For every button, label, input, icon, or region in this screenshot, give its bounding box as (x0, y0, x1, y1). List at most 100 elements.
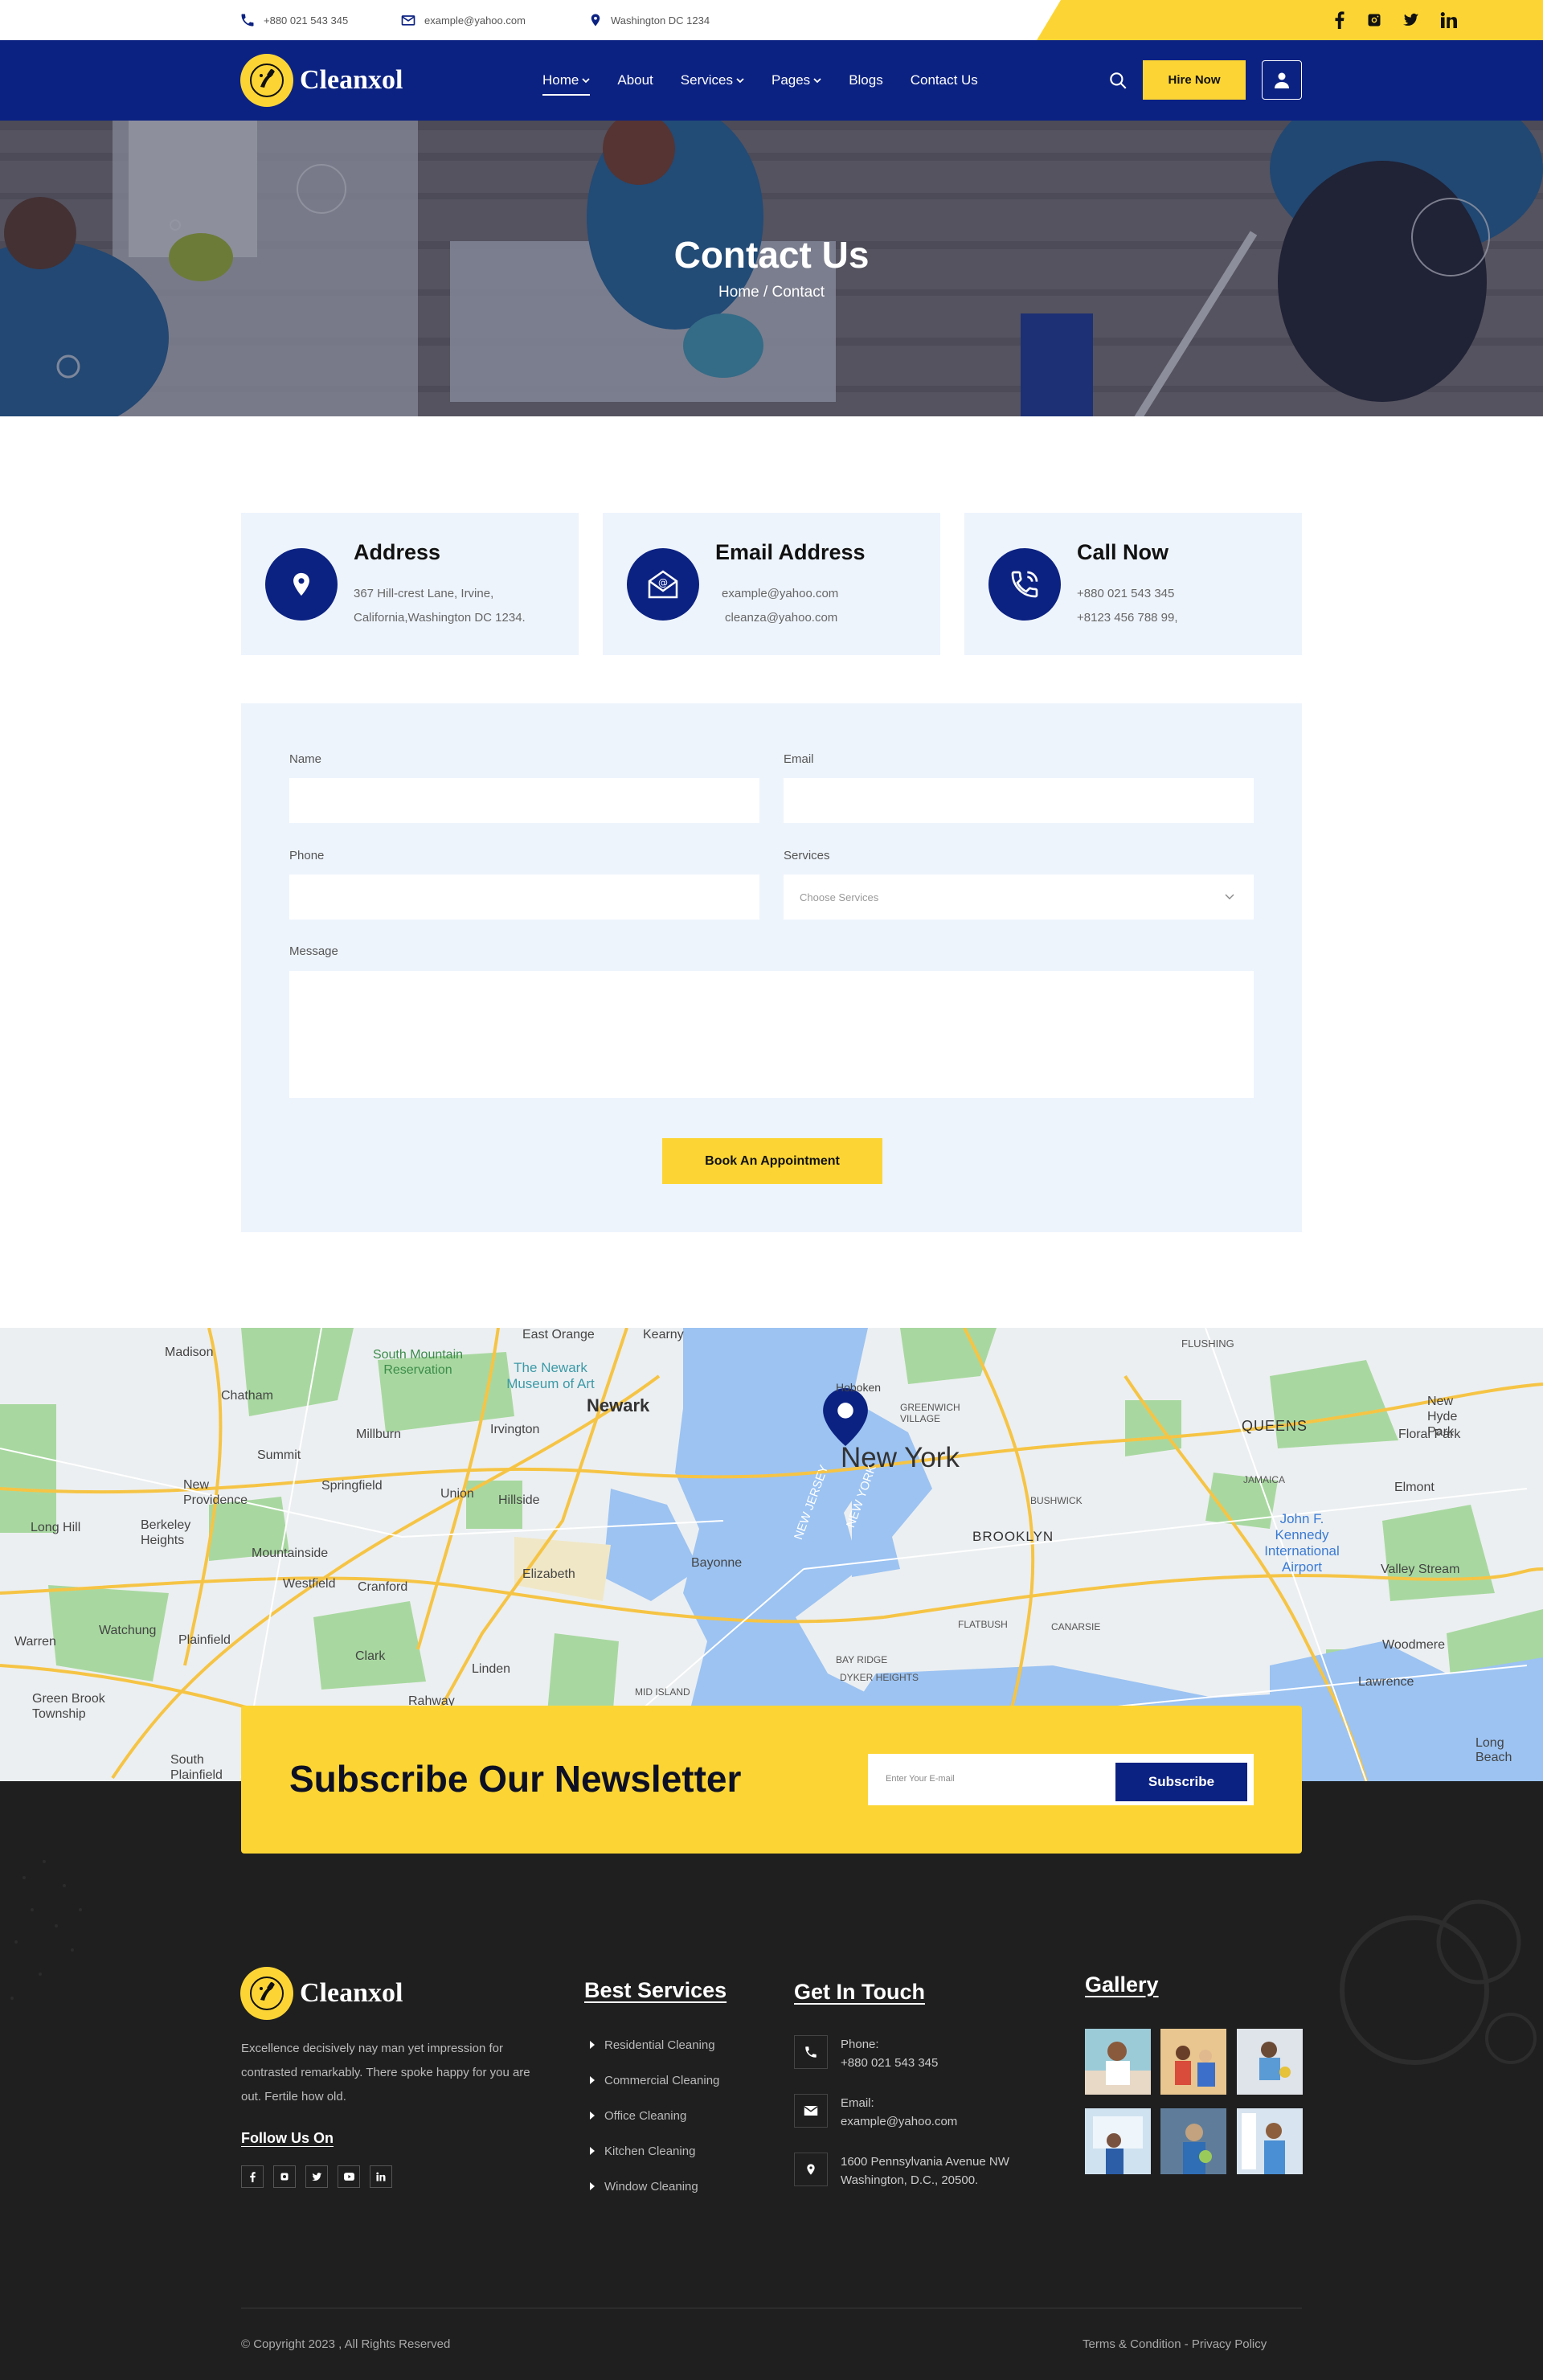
footer-service-item[interactable]: Office Cleaning (590, 2098, 719, 2133)
name-field[interactable] (289, 778, 759, 823)
footer-service-item[interactable]: Commercial Cleaning (590, 2063, 719, 2098)
map-label-valley-stream: Valley Stream (1381, 1563, 1460, 1576)
instagram-icon[interactable] (1366, 12, 1382, 28)
map-label-newark-museum: The Newark Museum of Art (506, 1360, 595, 1391)
caret-right-icon (590, 2182, 595, 2190)
map-label-queens: QUEENS (1242, 1418, 1308, 1434)
map-label-new-providence: New Providence (183, 1478, 248, 1507)
map-label-clark: Clark (355, 1649, 386, 1663)
chevron-down-icon (1225, 894, 1234, 899)
gallery-image[interactable] (1085, 2108, 1151, 2174)
facebook-icon[interactable] (241, 2165, 264, 2188)
footer-services-list: Residential Cleaning Commercial Cleaning… (590, 2027, 719, 2204)
email-card-title: Email Address (715, 540, 866, 564)
twitter-icon[interactable] (1403, 13, 1419, 27)
phone-icon (241, 14, 254, 27)
footer-about: Excellence decisively nay man yet impres… (241, 2042, 530, 2103)
call-line-2[interactable]: +8123 456 788 99, (1077, 611, 1178, 625)
map-label-east-orange: East Orange (522, 1328, 595, 1342)
newsletter-banner: Subscribe Our Newsletter Enter Your E-ma… (241, 1706, 1302, 1854)
gallery-image[interactable] (1237, 2108, 1303, 2174)
footer-service-label: Office Cleaning (604, 2108, 687, 2123)
map-label-long-beach: Long Beach (1475, 1736, 1512, 1764)
top-email-text: example@yahoo.com (424, 14, 526, 27)
email-line-1[interactable]: example@yahoo.com (722, 587, 838, 600)
gallery-image[interactable] (1160, 2108, 1226, 2174)
map-label-springfield: Springfield (321, 1479, 383, 1493)
nav-item-about[interactable]: About (617, 72, 653, 88)
facebook-icon[interactable] (1334, 11, 1345, 29)
twitter-icon[interactable] (305, 2165, 328, 2188)
footer-contact-email[interactable]: Email: example@yahoo.com (794, 2094, 957, 2131)
top-email[interactable]: example@yahoo.com (400, 0, 526, 40)
map-label-millburn: Millburn (356, 1428, 402, 1441)
site-logo[interactable]: Cleanxol (240, 54, 403, 107)
newsletter-title: Subscribe Our Newsletter (289, 1758, 742, 1800)
map-label-flatbush: FLATBUSH (958, 1619, 1008, 1630)
map-label-newark: Newark (587, 1395, 650, 1415)
logo-text: Cleanxol (300, 65, 403, 95)
map-label-flushing: FLUSHING (1181, 1337, 1234, 1350)
services-select-value: Choose Services (800, 891, 879, 903)
linkedin-icon[interactable] (1440, 12, 1458, 28)
subscribe-button[interactable]: Subscribe (1115, 1763, 1247, 1801)
footer-address-line-2: Washington, D.C., 20500. (841, 2173, 979, 2187)
gallery-image[interactable] (1085, 2029, 1151, 2095)
services-select[interactable]: Choose Services (784, 875, 1254, 920)
nav-item-home[interactable]: Home (542, 72, 591, 96)
gallery-title: Gallery (1085, 1972, 1159, 1997)
footer-social-links (241, 2165, 392, 2188)
footer-logo[interactable]: Cleanxol (240, 1967, 403, 2020)
map-pin-icon[interactable] (823, 1388, 868, 1446)
phone-label: Phone (289, 849, 325, 862)
nav-item-blogs-label: Blogs (849, 72, 883, 88)
footer-service-item[interactable]: Residential Cleaning (590, 2027, 719, 2063)
caret-right-icon (590, 2041, 595, 2049)
follow-us-title: Follow Us On (241, 2130, 334, 2146)
email-line-2[interactable]: cleanza@yahoo.com (725, 611, 837, 625)
top-bar: +880 021 543 345 example@yahoo.com Washi… (0, 0, 1543, 40)
message-field[interactable] (289, 971, 1254, 1098)
top-social-links (1334, 0, 1458, 40)
call-line-1[interactable]: +880 021 543 345 (1077, 587, 1174, 600)
search-icon[interactable] (1107, 70, 1128, 91)
user-account-button[interactable] (1262, 60, 1302, 100)
envelope-icon (794, 2094, 828, 2128)
caret-right-icon (590, 2076, 595, 2084)
phone-field[interactable] (289, 875, 759, 920)
map-label-greenwich-village: GREENWICH VILLAGE (900, 1402, 960, 1424)
nav-item-blogs[interactable]: Blogs (849, 72, 883, 88)
instagram-icon[interactable] (273, 2165, 296, 2188)
address-card: Address 367 Hill-crest Lane, Irvine, Cal… (241, 513, 579, 655)
book-appointment-button[interactable]: Book An Appointment (662, 1138, 882, 1184)
hire-now-button[interactable]: Hire Now (1143, 60, 1246, 100)
map-label-dyker-heights: DYKER HEIGHTS (840, 1672, 919, 1683)
footer-service-item[interactable]: Kitchen Cleaning (590, 2133, 719, 2169)
map-label-south-plainfield: South Plainfield (170, 1753, 223, 1781)
gallery-image[interactable] (1160, 2029, 1226, 2095)
legal-links[interactable]: Terms & Condition - Privacy Policy (1083, 2337, 1267, 2351)
footer-phone-label: Phone: (841, 2038, 879, 2051)
top-phone[interactable]: +880 021 543 345 (239, 0, 348, 40)
map-label-bayonne: Bayonne (691, 1556, 743, 1570)
map-label-green-brook: Green Brook Township (32, 1692, 105, 1721)
caret-right-icon (590, 2147, 595, 2155)
nav-item-services[interactable]: Services (681, 72, 744, 88)
youtube-icon[interactable] (338, 2165, 360, 2188)
phone-icon (794, 2035, 828, 2069)
breadcrumb[interactable]: Home / Contact (0, 284, 1543, 301)
name-label: Name (289, 752, 322, 766)
footer-service-label: Window Cleaning (604, 2179, 698, 2194)
linkedin-icon[interactable] (370, 2165, 392, 2188)
footer-contact-address: 1600 Pennsylvania Avenue NW Washington, D… (794, 2153, 1009, 2190)
map-label-lawrence: Lawrence (1358, 1675, 1414, 1689)
gallery-image[interactable] (1237, 2029, 1303, 2095)
footer-contact-phone[interactable]: Phone: +880 021 543 345 (794, 2035, 938, 2072)
email-field[interactable] (784, 778, 1254, 823)
map-label-jfk-airport: John F. Kennedy International Airport (1264, 1511, 1340, 1575)
nav-item-pages[interactable]: Pages (772, 72, 821, 88)
nav-item-contact[interactable]: Contact Us (911, 72, 978, 88)
footer-service-item[interactable]: Window Cleaning (590, 2169, 719, 2204)
nav-item-about-label: About (617, 72, 653, 88)
newsletter-email-input[interactable]: Enter Your E-mail (886, 1774, 955, 1784)
